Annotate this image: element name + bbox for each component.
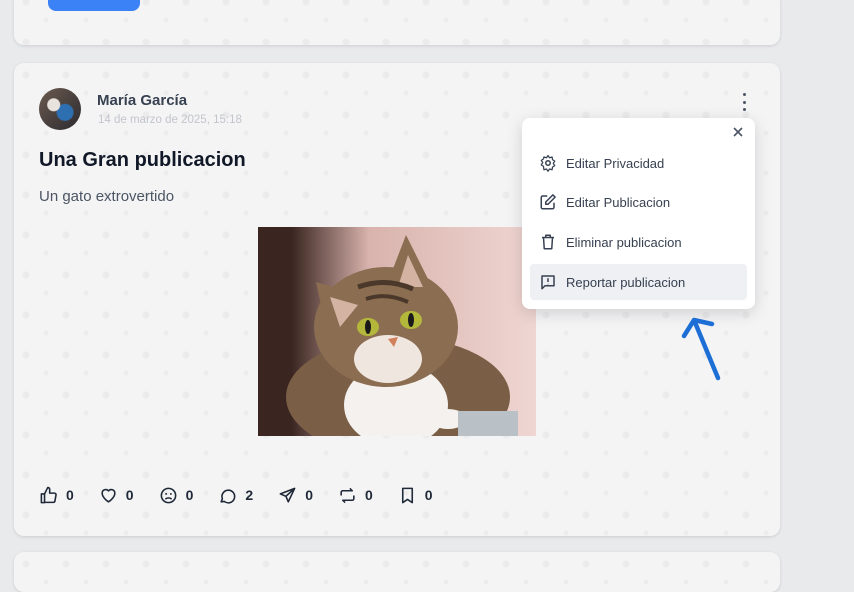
bookmark-icon — [401, 487, 413, 503]
post-image[interactable] — [258, 227, 536, 436]
sad-face-icon — [160, 487, 177, 503]
menu-item-edit-privacy[interactable]: Editar Privacidad — [530, 145, 747, 181]
close-icon[interactable] — [731, 125, 745, 139]
menu-item-report-post[interactable]: Reportar publicacion — [530, 264, 747, 300]
repost-icon — [340, 487, 355, 503]
post-description: Un gato extrovertido — [39, 188, 175, 205]
cat-photo-icon — [286, 235, 518, 436]
like-count: 0 — [66, 487, 74, 503]
heart-icon — [101, 488, 116, 503]
share-button[interactable]: 0 — [278, 483, 313, 507]
comment-icon — [220, 488, 236, 504]
menu-item-label: Reportar publicacion — [566, 274, 686, 290]
post-options-menu: Editar Privacidad Editar Publicacion Eli… — [522, 118, 755, 309]
save-button[interactable]: 0 — [398, 483, 433, 507]
sad-button[interactable]: 0 — [159, 483, 194, 507]
avatar[interactable] — [39, 88, 81, 130]
save-count: 0 — [424, 487, 433, 503]
like-button[interactable]: 0 — [39, 483, 74, 507]
post-actions: 0 0 0 2 0 0 0 — [39, 483, 458, 507]
share-count: 0 — [305, 487, 313, 503]
edit-icon — [540, 194, 556, 210]
report-icon — [541, 275, 555, 290]
love-count: 0 — [125, 487, 134, 503]
comment-count: 2 — [245, 487, 254, 503]
next-post-card — [14, 552, 780, 592]
menu-item-edit-post[interactable]: Editar Publicacion — [530, 184, 747, 220]
previous-post-card — [14, 0, 780, 45]
menu-item-delete-post[interactable]: Eliminar publicacion — [530, 224, 747, 260]
annotation-arrow-icon — [681, 317, 721, 381]
menu-item-label: Eliminar publicacion — [566, 234, 682, 250]
send-icon — [279, 487, 296, 503]
love-button[interactable]: 0 — [99, 483, 134, 507]
repost-button[interactable]: 0 — [338, 483, 373, 507]
comment-button[interactable]: 2 — [218, 483, 253, 507]
post-author[interactable]: María García — [97, 92, 187, 109]
menu-item-label: Editar Privacidad — [566, 155, 665, 171]
post-date: 14 de marzo de 2025, 15:18 — [98, 114, 242, 126]
thumbs-up-icon — [40, 486, 57, 503]
gear-icon — [540, 154, 556, 172]
post-title: Una Gran publicacion — [39, 149, 246, 171]
trash-icon — [542, 234, 554, 250]
previous-post-button[interactable] — [48, 0, 140, 11]
repost-count: 0 — [364, 487, 373, 503]
menu-item-label: Editar Publicacion — [566, 194, 671, 210]
more-options-icon[interactable] — [736, 93, 752, 111]
sad-count: 0 — [185, 487, 194, 503]
